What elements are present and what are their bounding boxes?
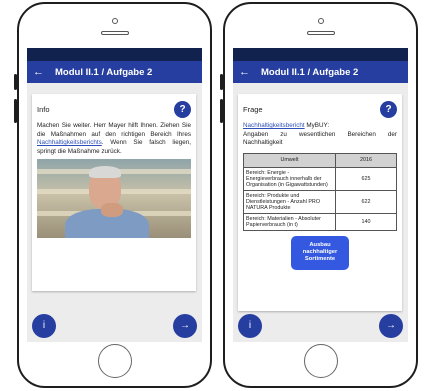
question-subtitle: Angaben zu wesentlichen Bereichen der Na…: [243, 130, 397, 147]
volume-button: [14, 74, 17, 90]
button-line: nachhaltiger: [302, 249, 338, 256]
speaker: [306, 31, 335, 35]
right-phone: ← Modul II.1 / Aufgabe 2 Frage ? Nachhal…: [220, 2, 418, 388]
status-bar: [27, 48, 202, 61]
question-intro-part: MyBUY:: [304, 122, 330, 129]
page-title: Modul II.1 / Aufgabe 2: [261, 66, 359, 78]
table-row[interactable]: Bereich: Energie - Energieverbrauch inne…: [243, 166, 397, 191]
back-arrow-icon[interactable]: ←: [33, 66, 47, 78]
report-link[interactable]: Nachhaltigkeitsbericht: [243, 122, 305, 129]
table-header: Umwelt: [243, 152, 336, 168]
info-card: Info ? Machen Sie weiter. Herr Mayer hil…: [32, 94, 196, 291]
left-screen: ← Modul II.1 / Aufgabe 2 Info ? Machen S…: [27, 48, 202, 342]
page-title: Modul II.1 / Aufgabe 2: [55, 66, 153, 78]
volume-button: [220, 99, 223, 123]
right-screen: ← Modul II.1 / Aufgabe 2 Frage ? Nachhal…: [233, 48, 408, 342]
card-title: Info: [37, 104, 50, 114]
help-icon[interactable]: ?: [174, 100, 191, 118]
table-row[interactable]: Bereich: Produkte und Dienstleistungen -…: [243, 189, 397, 214]
question-card: Frage ? Nachhaltigkeitsbericht MyBUY: Ang…: [238, 94, 402, 311]
drag-measure-button[interactable]: Ausbau nachhaltiger Sortimente: [291, 235, 349, 270]
advisor-photo: [37, 159, 191, 239]
info-text-part: Machen Sie weiter. Herr Mayer hilft Ihne…: [37, 122, 191, 138]
row-value: 622: [335, 189, 397, 214]
home-button[interactable]: [303, 344, 338, 378]
camera: [317, 18, 324, 24]
question-intro: Nachhaltigkeitsbericht MyBUY: Angaben zu …: [243, 122, 397, 148]
table-header: 2016: [335, 152, 397, 168]
next-button[interactable]: →: [173, 314, 197, 338]
next-button[interactable]: →: [379, 314, 403, 338]
info-button[interactable]: i: [32, 314, 56, 338]
volume-button: [220, 74, 223, 90]
status-bar: [233, 48, 408, 61]
home-button[interactable]: [97, 344, 132, 378]
volume-button: [14, 99, 17, 123]
card-title: Frage: [243, 104, 263, 114]
camera: [111, 18, 118, 24]
info-text: Machen Sie weiter. Herr Mayer hilft Ihne…: [37, 122, 191, 156]
row-label: Bereich: Produkte und Dienstleistungen -…: [243, 189, 336, 214]
left-phone: ← Modul II.1 / Aufgabe 2 Info ? Machen S…: [14, 2, 212, 388]
app-bar: ← Modul II.1 / Aufgabe 2: [233, 61, 408, 83]
help-icon[interactable]: ?: [380, 100, 397, 118]
table-row[interactable]: Bereich: Materialien - Absoluter Papierv…: [243, 212, 397, 231]
button-line: Sortimente: [304, 256, 336, 263]
back-arrow-icon[interactable]: ←: [239, 66, 253, 78]
row-label: Bereich: Energie - Energieverbrauch inne…: [243, 166, 336, 191]
info-button[interactable]: i: [238, 314, 262, 338]
report-table: Umwelt 2016 Bereich: Energie - Energieve…: [243, 152, 397, 231]
report-link[interactable]: Nachhaltigkeitsberichts: [37, 139, 102, 146]
button-line: Ausbau: [309, 242, 331, 249]
app-bar: ← Modul II.1 / Aufgabe 2: [27, 61, 202, 83]
row-label: Bereich: Materialien - Absoluter Papierv…: [243, 212, 336, 231]
row-value: 625: [335, 166, 397, 191]
speaker: [100, 31, 129, 35]
row-value: 140: [335, 212, 397, 231]
